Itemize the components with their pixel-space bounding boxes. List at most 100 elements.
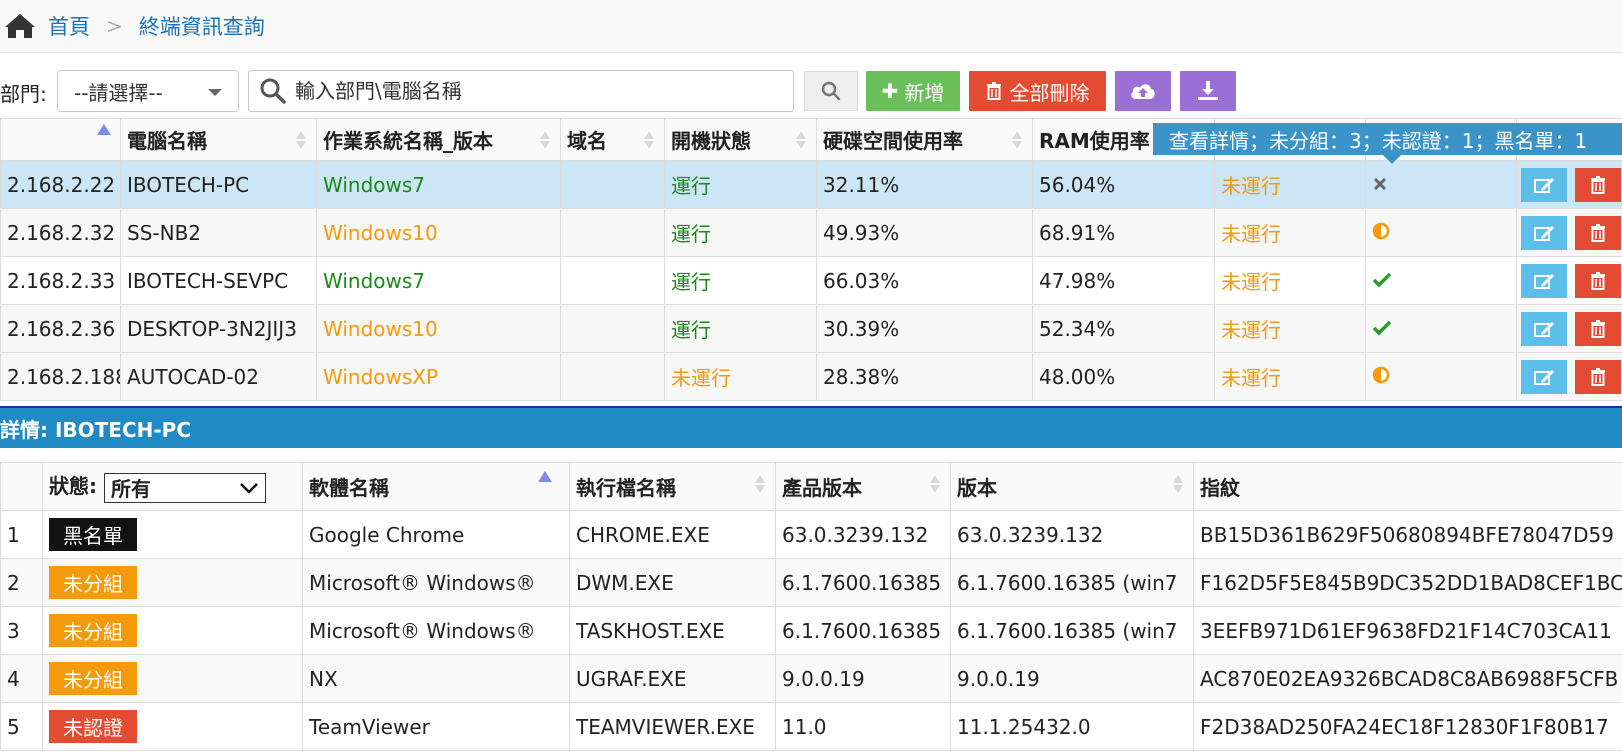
table-row[interactable]: 5 未認證 TeamViewer TEAMVIEWER.EXE 11.0 11.1.254…: [0, 702, 1622, 751]
cell-index: 4: [0, 654, 43, 703]
status-badge: 未分組: [49, 566, 137, 599]
trash-icon: [1591, 271, 1605, 290]
cell-actions: [1516, 304, 1622, 353]
cell-status-icon[interactable]: [1365, 352, 1517, 401]
cell-exe-name: TASKHOST.EXE: [569, 606, 776, 655]
delete-button[interactable]: [1575, 359, 1621, 394]
search-field[interactable]: [248, 70, 794, 112]
column-header-disk-usage[interactable]: 硬碟空間使用率: [816, 118, 1033, 161]
cell-version: 6.1.7600.16385 (win7: [950, 606, 1194, 655]
cell-status-icon[interactable]: [1365, 208, 1517, 257]
delete-button[interactable]: [1575, 311, 1621, 346]
column-header-fingerprint[interactable]: 指紋: [1193, 462, 1622, 511]
cell-agent-status: 未運行: [1214, 208, 1366, 257]
table-row[interactable]: 3 未分組 Microsoft® Windows® TASKHOST.EXE 6.1.7…: [0, 606, 1622, 655]
cell-version: 11.1.25432.0: [950, 702, 1194, 751]
delete-all-button[interactable]: 全部刪除: [969, 71, 1106, 111]
cell-domain: [560, 208, 665, 257]
cell-agent-status: 未運行: [1214, 160, 1366, 209]
cell-fingerprint: BB15D361B629F50680894BFE78047D59: [1193, 510, 1622, 559]
cell-os: WindowsXP: [316, 352, 561, 401]
trash-icon: [1591, 319, 1605, 338]
cell-status: 黑名單: [42, 510, 303, 559]
column-header-product-version[interactable]: 產品版本: [775, 462, 951, 511]
column-header-version[interactable]: 版本: [950, 462, 1194, 511]
cell-agent-status: 未運行: [1214, 256, 1366, 305]
home-icon[interactable]: [4, 12, 36, 40]
cell-domain: [560, 256, 665, 305]
table-row[interactable]: 2 未分組 Microsoft® Windows® DWM.EXE 6.1.7600.1…: [0, 558, 1622, 607]
add-button-label: 新增: [904, 80, 945, 105]
column-header-software-name[interactable]: 軟體名稱: [302, 462, 570, 511]
cell-status-icon[interactable]: [1365, 160, 1517, 209]
breadcrumb-current-link[interactable]: 終端資訊查詢: [139, 11, 265, 41]
column-header-ip[interactable]: [0, 118, 121, 161]
download-icon: [1198, 81, 1218, 100]
table-header-row: 狀態: 所有 軟體名稱 執行檔名稱 產品版本 版本 指紋: [0, 462, 1622, 511]
column-header-domain[interactable]: 域名: [560, 118, 665, 161]
table-row[interactable]: 4 未分組 NX UGRAF.EXE 9.0.0.19 9.0.0.19 AC870E02E…: [0, 654, 1622, 703]
half-circle-icon: [1372, 221, 1390, 245]
cell-ip: 2.168.2.33: [0, 256, 121, 305]
table-row[interactable]: 2.168.2.22 IBOTECH-PC Windows7 運行 32.11% 56.0…: [0, 160, 1622, 209]
cell-actions: [1516, 352, 1622, 401]
cell-domain: [560, 352, 665, 401]
cell-fingerprint: AC870E02EA9326BCAD8C8AB6988F5CFB: [1193, 654, 1622, 703]
table-row[interactable]: 2.168.2.32 SS-NB2 Windows10 運行 49.93% 68.91% 未…: [0, 208, 1622, 257]
search-button[interactable]: [804, 71, 858, 111]
sort-icon: [644, 129, 654, 151]
edit-icon: [1534, 273, 1554, 289]
cell-power-status: 運行: [664, 304, 817, 353]
cell-agent-status: 未運行: [1214, 304, 1366, 353]
cell-status-icon[interactable]: [1365, 304, 1517, 353]
delete-button[interactable]: [1575, 263, 1621, 298]
cell-product-version: 6.1.7600.16385: [775, 558, 951, 607]
edit-button[interactable]: [1521, 215, 1567, 250]
cell-status-icon[interactable]: [1365, 256, 1517, 305]
cell-disk-usage: 49.93%: [816, 208, 1033, 257]
plus-icon: ✚: [881, 79, 899, 103]
tooltip: 查看詳情；未分組：3；未認證：1；黑名單：1: [1153, 123, 1622, 155]
breadcrumb-home-link[interactable]: 首頁: [48, 11, 90, 41]
sort-icon: [796, 129, 806, 151]
table-row[interactable]: 2.168.2.36 DESKTOP-3N2JIJ3 Windows10 運行 30.3…: [0, 304, 1622, 353]
delete-button[interactable]: [1575, 215, 1621, 250]
edit-button[interactable]: [1521, 263, 1567, 298]
edit-button[interactable]: [1521, 359, 1567, 394]
status-filter-select[interactable]: 所有: [103, 472, 266, 503]
table-row[interactable]: 1 黑名單 Google Chrome CHROME.EXE 63.0.3239.132…: [0, 510, 1622, 559]
computer-table: 電腦名稱 作業系統名稱_版本 域名 開機狀態 硬碟空間使用率 RAM使用率 2.…: [0, 118, 1622, 401]
table-row[interactable]: 2.168.2.188 AUTOCAD-02 WindowsXP 未運行 28.38% 4…: [0, 352, 1622, 401]
table-row[interactable]: 2.168.2.33 IBOTECH-SEVPC Windows7 運行 66.03% 4…: [0, 256, 1622, 305]
cell-index: 5: [0, 702, 43, 751]
edit-button[interactable]: [1521, 167, 1567, 202]
cell-ip: 2.168.2.22: [0, 160, 121, 209]
delete-button[interactable]: [1575, 167, 1621, 202]
delete-all-button-label: 全部刪除: [1009, 80, 1090, 105]
cell-status: 未分組: [42, 654, 303, 703]
upload-button[interactable]: [1115, 71, 1171, 111]
cell-ip: 2.168.2.32: [0, 208, 121, 257]
trash-icon: [986, 82, 1001, 100]
column-header-os[interactable]: 作業系統名稱_版本: [316, 118, 561, 161]
column-header-computer-name[interactable]: 電腦名稱: [120, 118, 317, 161]
edit-button[interactable]: [1521, 311, 1567, 346]
trash-icon: [1591, 175, 1605, 194]
download-button[interactable]: [1180, 71, 1236, 111]
search-icon: [821, 81, 841, 101]
status-filter-label: 狀態:: [49, 474, 97, 499]
breadcrumb: 首頁 > 終端資訊查詢: [0, 0, 1622, 53]
cell-disk-usage: 32.11%: [816, 160, 1033, 209]
add-button[interactable]: ✚ 新增: [866, 71, 960, 111]
cell-exe-name: UGRAF.EXE: [569, 654, 776, 703]
cell-power-status: 未運行: [664, 352, 817, 401]
cell-actions: [1516, 256, 1622, 305]
search-input[interactable]: [293, 78, 773, 104]
column-header-power-status[interactable]: 開機狀態: [664, 118, 817, 161]
cell-software-name: Microsoft® Windows®: [302, 558, 570, 607]
department-select[interactable]: --請選擇--: [57, 70, 239, 112]
chevron-down-icon: [208, 89, 222, 96]
cell-fingerprint: F2D38AD250FA24EC18F12830F1F80B17: [1193, 702, 1622, 751]
column-header-exe-name[interactable]: 執行檔名稱: [569, 462, 776, 511]
status-badge: 黑名單: [49, 518, 137, 551]
